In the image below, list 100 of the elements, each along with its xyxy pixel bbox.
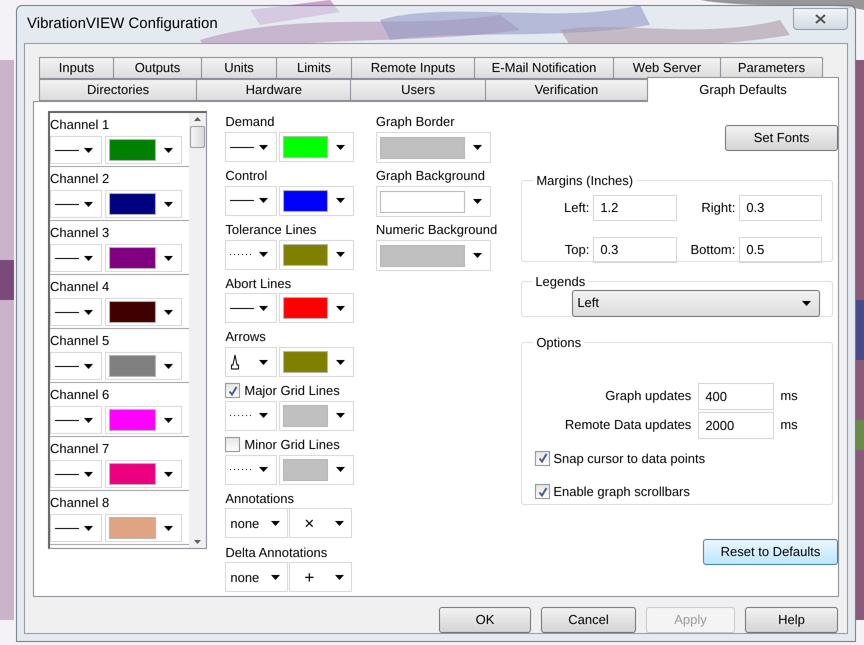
margin-field[interactable]: 1.2	[593, 194, 678, 220]
checkbox-label: Minor Grid Lines	[244, 436, 340, 454]
channel-label: Channel 2	[50, 170, 110, 188]
checkbox[interactable]	[225, 383, 240, 398]
color-dropdown[interactable]	[105, 514, 182, 542]
color-dropdown[interactable]	[105, 244, 182, 272]
caret-icon	[336, 252, 346, 258]
line-style-dropdown[interactable]	[50, 298, 102, 326]
color-dropdown[interactable]	[279, 347, 354, 378]
window-title: VibrationVIEW Configuration	[26, 14, 218, 34]
group-title: Legends	[534, 273, 586, 291]
scroll-thumb[interactable]	[190, 126, 206, 148]
color-dropdown[interactable]	[376, 240, 491, 271]
color-dropdown[interactable]	[376, 186, 491, 217]
line-style-dropdown[interactable]	[50, 136, 102, 164]
dialog-button[interactable]: Cancel	[541, 607, 636, 633]
line-style-dropdown[interactable]	[50, 406, 102, 434]
color-dropdown[interactable]	[105, 190, 182, 218]
close-button[interactable]	[793, 8, 848, 30]
reset-defaults-button[interactable]: Reset to Defaults	[703, 539, 838, 565]
set-fonts-button[interactable]: Set Fonts	[725, 125, 838, 151]
line-style-dropdown[interactable]	[50, 244, 102, 272]
color-dropdown[interactable]	[105, 298, 182, 326]
tab[interactable]: Outputs	[113, 57, 202, 79]
group-title: Options	[535, 334, 582, 352]
color-dropdown[interactable]	[105, 460, 182, 488]
tab[interactable]: Web Server	[613, 57, 721, 79]
line-style-dropdown[interactable]	[225, 293, 278, 324]
color-dropdown[interactable]	[279, 240, 354, 270]
caret-icon	[164, 310, 173, 314]
color-dropdown[interactable]	[105, 406, 182, 434]
field-label: Arrows	[225, 328, 266, 346]
checkbox[interactable]	[225, 437, 240, 452]
update-rate-field[interactable]: 400	[698, 382, 774, 410]
tab[interactable]: Parameters	[720, 57, 823, 79]
checkbox[interactable]	[535, 450, 550, 466]
field-label: Remote Data updates	[564, 416, 692, 434]
checkmark-icon	[538, 453, 548, 464]
channel-label: Channel 4	[50, 278, 110, 296]
line-style-dropdown[interactable]	[50, 190, 102, 218]
margin-field[interactable]: 0.5	[739, 236, 822, 262]
caret-icon	[336, 144, 346, 150]
tab[interactable]: Inputs	[39, 57, 114, 79]
line-style-dropdown[interactable]	[225, 132, 278, 162]
caret-icon	[336, 306, 346, 311]
color-dropdown[interactable]	[376, 132, 491, 163]
update-rate-field[interactable]: 2000	[698, 412, 774, 438]
color-dropdown[interactable]	[279, 454, 354, 485]
caret-icon	[84, 364, 93, 368]
tab[interactable]: Directories	[39, 79, 198, 101]
solid-line-icon	[230, 306, 254, 310]
solid-line-icon	[55, 526, 79, 530]
field-label: Graph updates	[604, 387, 692, 406]
margin-field[interactable]: 0.3	[593, 236, 678, 262]
caret-icon	[802, 300, 812, 306]
tab[interactable]: Units	[201, 57, 277, 79]
unit-label: ms	[780, 387, 798, 406]
caret-icon	[259, 306, 268, 311]
channel-label: Channel 7	[50, 440, 110, 458]
color-dropdown[interactable]	[279, 293, 354, 324]
margin-field[interactable]: 0.3	[739, 194, 822, 220]
tab[interactable]: Verification	[484, 79, 648, 101]
line-style-dropdown[interactable]	[50, 460, 102, 488]
marker-dropdown[interactable]: ×	[289, 508, 352, 538]
color-dropdown[interactable]	[105, 352, 182, 380]
checkbox[interactable]	[535, 484, 550, 500]
solid-line-icon	[55, 364, 79, 368]
solid-line-icon	[55, 202, 79, 206]
marker-dropdown[interactable]: +	[289, 562, 352, 592]
dialog-button[interactable]: Help	[745, 607, 838, 633]
field-label: Tolerance Lines	[225, 220, 316, 239]
line-style-dropdown[interactable]	[225, 186, 278, 216]
solid-line-icon	[55, 310, 79, 314]
annotation-dropdown[interactable]: none	[225, 508, 288, 538]
color-dropdown[interactable]	[279, 132, 354, 162]
channel-label: Channel 5	[50, 332, 110, 350]
tab[interactable]: E-Mail Notification	[474, 57, 614, 79]
checkmark-icon	[538, 486, 548, 497]
caret-icon	[335, 520, 344, 526]
line-style-dropdown[interactable]	[50, 514, 102, 542]
tab[interactable]: Users	[350, 79, 486, 101]
tab[interactable]: Graph Defaults	[646, 77, 840, 102]
caret-icon	[84, 310, 93, 314]
scroll-down-icon	[194, 540, 202, 544]
legends-dropdown[interactable]: Left	[572, 290, 820, 316]
tab[interactable]: Remote Inputs	[351, 57, 475, 79]
line-style-dropdown[interactable]	[50, 352, 102, 380]
caret-icon	[259, 252, 268, 258]
scrollbar[interactable]	[189, 113, 206, 548]
color-dropdown[interactable]	[279, 186, 354, 216]
annotation-dropdown[interactable]: none	[225, 562, 288, 592]
checkbox-label: Major Grid Lines	[244, 382, 340, 400]
color-dropdown[interactable]	[105, 136, 182, 164]
color-dropdown[interactable]	[279, 400, 354, 431]
tab[interactable]: Limits	[276, 57, 352, 79]
dialog-button[interactable]: OK	[439, 607, 531, 633]
caret-icon	[84, 418, 93, 422]
line-style-dropdown[interactable]	[225, 347, 278, 378]
tab[interactable]: Hardware	[196, 79, 352, 101]
field-label: Control	[225, 167, 268, 186]
